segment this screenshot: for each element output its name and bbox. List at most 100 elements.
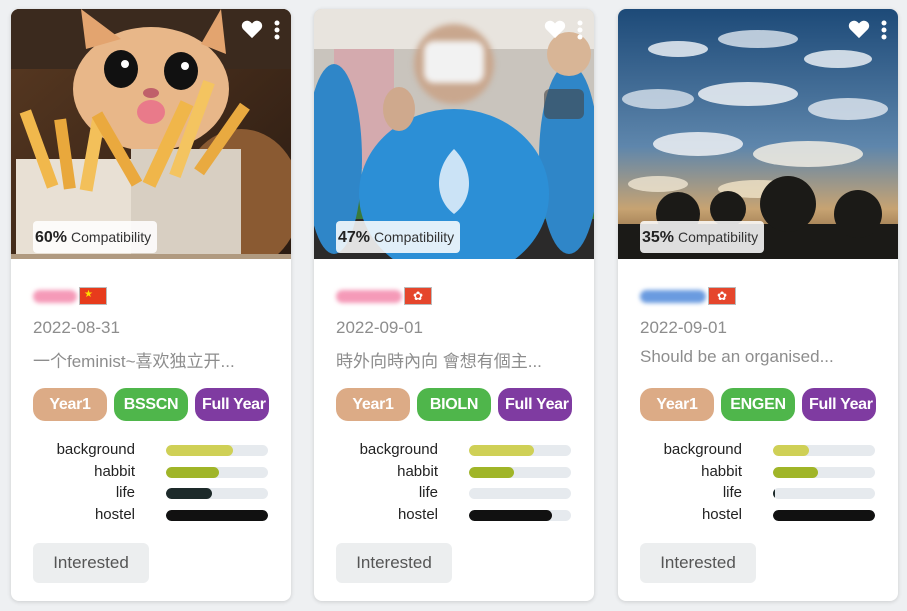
- major-chip: BIOLN: [417, 388, 491, 421]
- bar-label: life: [115, 484, 135, 501]
- profile-photo: 60% Compatibility: [11, 9, 291, 259]
- bar-label: habbit: [397, 462, 438, 480]
- compatibility-percent: 35%: [642, 229, 675, 246]
- bar-fill: [469, 466, 514, 478]
- more-options-icon[interactable]: [880, 19, 888, 41]
- hong-kong-flag-icon: ✿: [404, 287, 432, 305]
- bio-snippet: 一个feminist~喜欢独立开...: [33, 352, 235, 371]
- bar-label: hostel: [701, 505, 742, 523]
- bar-fill: [773, 445, 809, 456]
- bar-track: [773, 488, 875, 499]
- hong-kong-flag-icon: ✿: [708, 287, 736, 305]
- bar-row: background: [618, 441, 898, 463]
- bar-label: hostel: [397, 505, 438, 523]
- major-chip: ENGEN: [721, 388, 795, 421]
- bar-track: [166, 509, 268, 521]
- more-options-icon[interactable]: [576, 19, 584, 41]
- year-chip: Year1: [336, 388, 410, 421]
- profile-photo: 35% Compatibility: [618, 9, 898, 259]
- profile-photo: 47% Compatibility: [314, 9, 594, 259]
- bar-track: [166, 488, 268, 499]
- bar-fill: [166, 509, 268, 521]
- interested-button[interactable]: Interested: [33, 543, 149, 583]
- tag-chips: Year1 BIOLN Full Year: [336, 388, 572, 421]
- duration-chip: Full Year: [195, 388, 269, 421]
- bar-track: [166, 445, 268, 456]
- bar-fill: [773, 488, 776, 499]
- bar-row: hostel: [618, 506, 898, 528]
- compatibility-label: Compatibility: [71, 229, 152, 245]
- blurred-name: [33, 289, 77, 303]
- interested-button[interactable]: Interested: [640, 543, 756, 583]
- bio-snippet: 時外向時內向 會想有個主...: [336, 352, 542, 371]
- roommate-card[interactable]: 35% Compatibility ✿ 2022-09-01 Should be …: [618, 9, 898, 601]
- bar-track: [773, 509, 875, 521]
- interested-button[interactable]: Interested: [336, 543, 452, 583]
- bar-label: habbit: [94, 462, 135, 480]
- bar-fill: [469, 445, 535, 456]
- post-date: 2022-08-31: [33, 318, 120, 337]
- post-date: 2022-09-01: [640, 318, 727, 337]
- duration-chip: Full Year: [498, 388, 572, 421]
- bar-fill: [166, 445, 234, 456]
- bar-label: background: [359, 441, 438, 458]
- bar-track: [773, 445, 875, 456]
- more-options-icon[interactable]: [273, 19, 281, 41]
- favorite-heart-icon[interactable]: [544, 19, 566, 39]
- compatibility-percent: 60%: [35, 229, 68, 246]
- compatibility-badge: 60% Compatibility: [33, 221, 158, 253]
- bar-fill: [166, 488, 212, 499]
- name-row: ✿: [336, 285, 432, 307]
- bar-row: background: [11, 441, 291, 463]
- bar-track: [469, 445, 571, 456]
- bar-label: life: [418, 484, 438, 501]
- bar-fill: [469, 509, 552, 521]
- bar-row: habbit: [314, 463, 594, 485]
- roommate-card[interactable]: 47% Compatibility ✿ 2022-09-01 時外向時內向 會想有…: [314, 9, 594, 601]
- bar-label: background: [663, 441, 742, 458]
- bar-track: [166, 466, 268, 478]
- bar-row: habbit: [618, 463, 898, 485]
- bar-track: [773, 466, 875, 478]
- blurred-name: [336, 289, 402, 303]
- compatibility-bars: background habbit life hostel: [314, 441, 594, 527]
- bar-label: habbit: [701, 462, 742, 480]
- tag-chips: Year1 ENGEN Full Year: [640, 388, 876, 421]
- bar-label: life: [722, 484, 742, 501]
- major-chip: BSSCN: [114, 388, 188, 421]
- bar-row: life: [618, 484, 898, 506]
- bar-fill: [166, 466, 220, 478]
- compatibility-badge: 35% Compatibility: [640, 221, 765, 253]
- year-chip: Year1: [640, 388, 714, 421]
- bar-fill: [773, 466, 818, 478]
- china-flag-icon: ★: [79, 287, 107, 305]
- bar-track: [469, 509, 571, 521]
- compatibility-bars: background habbit life hostel: [11, 441, 291, 527]
- name-row: ★: [33, 285, 107, 307]
- bar-label: background: [56, 441, 135, 458]
- bar-label: hostel: [94, 505, 135, 523]
- compatibility-badge: 47% Compatibility: [336, 221, 461, 253]
- bar-row: background: [314, 441, 594, 463]
- bar-row: life: [314, 484, 594, 506]
- post-date: 2022-09-01: [336, 318, 423, 337]
- tag-chips: Year1 BSSCN Full Year: [33, 388, 269, 421]
- bar-row: life: [11, 484, 291, 506]
- bar-row: habbit: [11, 463, 291, 485]
- favorite-heart-icon[interactable]: [241, 19, 263, 39]
- compatibility-label: Compatibility: [678, 229, 759, 245]
- bio-snippet: Should be an organised...: [640, 347, 834, 366]
- compatibility-label: Compatibility: [374, 229, 455, 245]
- bar-row: hostel: [11, 506, 291, 528]
- roommate-card[interactable]: 60% Compatibility ★ 2022-08-31 一个feminist…: [11, 9, 291, 601]
- favorite-heart-icon[interactable]: [848, 19, 870, 39]
- bar-track: [469, 466, 571, 478]
- year-chip: Year1: [33, 388, 107, 421]
- name-row: ✿: [640, 285, 736, 307]
- bar-track: [469, 488, 571, 499]
- duration-chip: Full Year: [802, 388, 876, 421]
- compatibility-bars: background habbit life hostel: [618, 441, 898, 527]
- bar-fill: [773, 509, 875, 521]
- compatibility-percent: 47%: [338, 229, 371, 246]
- blurred-name: [640, 289, 706, 303]
